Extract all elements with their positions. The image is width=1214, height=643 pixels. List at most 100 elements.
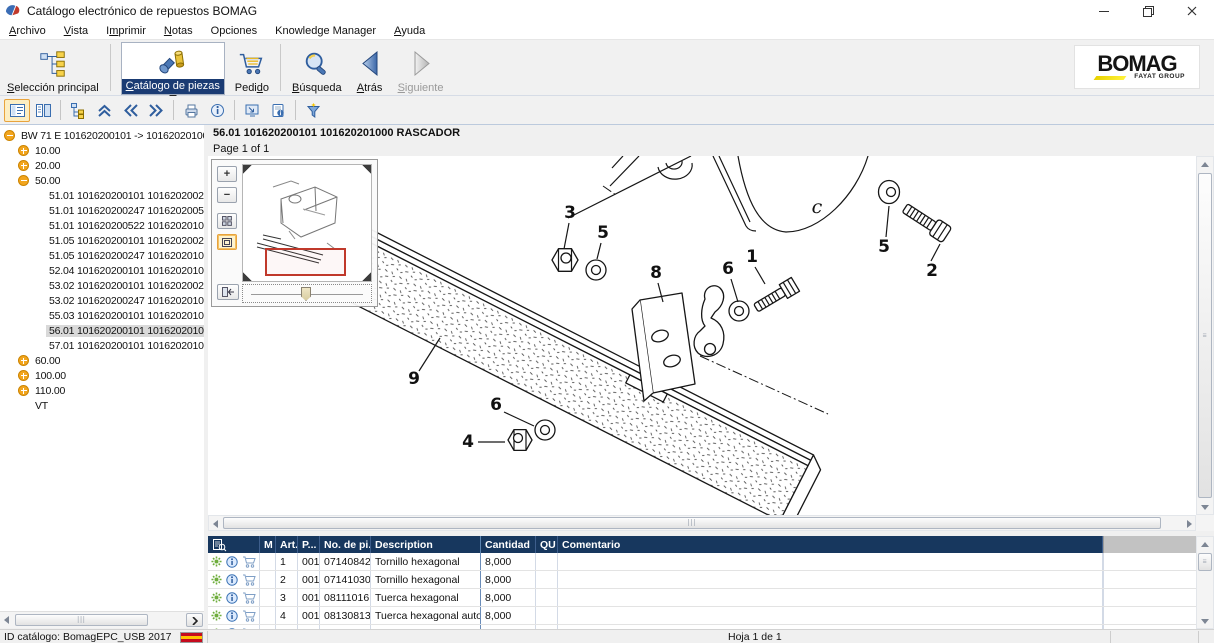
export-view-button[interactable] (239, 99, 265, 122)
tree-node[interactable]: 51.05 101620200247 101620201000 (0, 248, 204, 263)
column-header-description[interactable]: Description (371, 536, 481, 553)
tree-node[interactable]: 57.01 101620200101 101620201000 (0, 338, 204, 353)
zoom-out-button[interactable]: − (217, 187, 237, 203)
previous-page-button[interactable] (117, 99, 143, 122)
tree-node[interactable]: 50.00 (0, 173, 204, 188)
dock-panel-button[interactable] (217, 284, 239, 300)
fit-view-button[interactable] (217, 234, 237, 250)
tree-node[interactable]: 51.05 101620200101 101620200246 (0, 233, 204, 248)
part-info-icon[interactable] (226, 592, 238, 604)
expand-toggle-icon[interactable] (18, 355, 29, 366)
zoom-slider-thumb[interactable] (301, 287, 311, 301)
table-vscroll-thumb[interactable]: ≡ (1198, 553, 1212, 571)
collapse-toggle-icon[interactable] (4, 130, 15, 141)
back-button[interactable]: Atrás (349, 42, 391, 94)
add-to-cart-icon[interactable] (242, 556, 256, 568)
tree-node[interactable]: 53.02 101620200101 101620200246 (0, 278, 204, 293)
edit-gear-icon[interactable] (211, 592, 222, 603)
edit-gear-icon[interactable] (211, 556, 222, 567)
part-info-icon[interactable] (226, 610, 238, 622)
scroll-right-icon[interactable] (1187, 520, 1192, 528)
column-header-qu[interactable]: QU (536, 536, 558, 553)
expand-toggle-icon[interactable] (18, 370, 29, 381)
add-to-cart-icon[interactable] (242, 610, 256, 622)
main-selection-button[interactable]: Selección principal (0, 42, 106, 94)
parts-list-view-button[interactable] (4, 99, 30, 122)
column-header-art[interactable]: Art. (276, 536, 298, 553)
tree-node[interactable]: 52.04 101620200101 101620201000 (0, 263, 204, 278)
drawing-canvas[interactable]: 3586152964c + − (208, 156, 1196, 515)
tree-node[interactable]: 53.02 101620200247 101620201000 (0, 293, 204, 308)
minimize-button[interactable] (1082, 0, 1126, 22)
zoom-in-button[interactable]: + (217, 166, 237, 182)
menu-item-notas[interactable]: Notas (155, 22, 202, 39)
table-row[interactable]: 200107141030Tornillo hexagonal8,000 (208, 571, 1196, 589)
catalog-info-button[interactable] (265, 99, 291, 122)
menu-item-vista[interactable]: Vista (55, 22, 97, 39)
print-button[interactable] (178, 99, 204, 122)
tree-node[interactable]: 55.03 101620200101 101620201000 (0, 308, 204, 323)
tree-node[interactable]: VT (0, 398, 204, 413)
expand-toggle-icon[interactable] (18, 160, 29, 171)
filter-button[interactable] (300, 99, 326, 122)
menu-item-ayuda[interactable]: Ayuda (385, 22, 434, 39)
tile-view-button[interactable] (217, 213, 237, 229)
parts-catalog-button[interactable]: Catálogo de piezas (121, 42, 225, 95)
tree-node[interactable]: 110.00 (0, 383, 204, 398)
tree-node[interactable]: 20.00 (0, 158, 204, 173)
spain-flag-icon[interactable] (180, 632, 203, 643)
forward-button[interactable]: Siguiente (391, 42, 451, 94)
detail-view-button[interactable] (30, 99, 56, 122)
canvas-vscroll-thumb[interactable]: ≡ (1198, 173, 1212, 498)
edit-gear-icon[interactable] (211, 610, 222, 621)
order-button[interactable]: Pedido (228, 42, 276, 94)
column-header-comentario[interactable]: Comentario (558, 536, 1103, 553)
column-header-no-de-pi[interactable]: No. de pi... (320, 536, 371, 553)
search-button[interactable]: Búsqueda (285, 42, 349, 94)
menu-item-knowledge-manager[interactable]: Knowledge Manager (266, 22, 385, 39)
add-to-cart-icon[interactable] (242, 574, 256, 586)
scroll-down-icon[interactable] (1201, 619, 1209, 624)
tree-view-button[interactable] (65, 99, 91, 122)
zoom-slider[interactable] (242, 284, 372, 303)
column-header-actions[interactable] (208, 536, 260, 553)
expand-toggle-icon[interactable] (18, 385, 29, 396)
tree-node[interactable]: 51.01 101620200101 101620200246 (0, 188, 204, 203)
menu-item-imprimir[interactable]: Imprimir (97, 22, 155, 39)
tree-node[interactable]: 60.00 (0, 353, 204, 368)
tree-node[interactable]: 51.01 101620200247 101620200521 (0, 203, 204, 218)
table-row[interactable]: 100107140842Tornillo hexagonal8,000 (208, 553, 1196, 571)
menu-item-opciones[interactable]: Opciones (202, 22, 266, 39)
info-button[interactable] (204, 99, 230, 122)
restore-button[interactable] (1126, 0, 1170, 22)
tree-scrollbar-thumb[interactable]: ||| (15, 614, 148, 626)
viewport-selection-rectangle[interactable] (265, 248, 346, 276)
close-button[interactable] (1170, 0, 1214, 22)
scroll-up-icon[interactable] (1201, 542, 1209, 547)
part-info-icon[interactable] (226, 556, 238, 568)
table-row[interactable]: 400108130813Tuerca hexagonal autofrer8,0… (208, 607, 1196, 625)
tree-scroll-right-button[interactable] (186, 613, 203, 627)
scroll-left-icon[interactable] (213, 520, 218, 528)
add-to-cart-icon[interactable] (242, 592, 256, 604)
collapse-all-button[interactable] (91, 99, 117, 122)
column-header-p[interactable]: P... (298, 536, 320, 553)
canvas-hscroll-thumb[interactable]: ||| (223, 517, 1161, 529)
expand-toggle-icon[interactable] (18, 145, 29, 156)
scroll-up-icon[interactable] (1201, 162, 1209, 167)
column-header-cantidad[interactable]: Cantidad (481, 536, 536, 553)
tree-node[interactable]: BW 71 E 101620200101 -> 101620201000 (0, 128, 204, 143)
tree-node[interactable]: 51.01 101620200522 101620201000 (0, 218, 204, 233)
menu-item-archivo[interactable]: Archivo (0, 22, 55, 39)
collapse-toggle-icon[interactable] (18, 175, 29, 186)
scroll-left-icon[interactable] (4, 616, 9, 624)
next-page-button[interactable] (143, 99, 169, 122)
tree-node[interactable]: 10.00 (0, 143, 204, 158)
edit-gear-icon[interactable] (211, 574, 222, 585)
table-row[interactable]: 300108111016Tuerca hexagonal8,000 (208, 589, 1196, 607)
tree-node[interactable]: 56.01 101620200101 101620201000 (0, 323, 204, 338)
thumbnail-view[interactable] (242, 164, 372, 282)
part-info-icon[interactable] (226, 574, 238, 586)
column-header-m[interactable]: M (260, 536, 276, 553)
tree-node[interactable]: 100.00 (0, 368, 204, 383)
